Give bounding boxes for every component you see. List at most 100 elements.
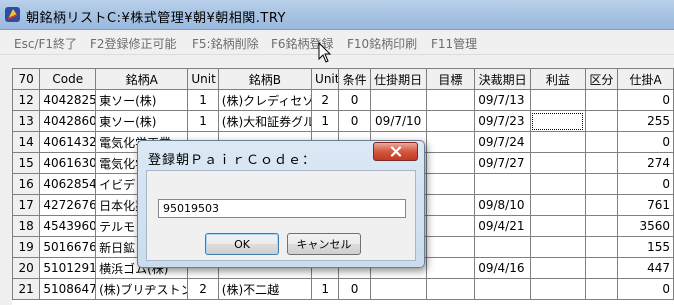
table-cell[interactable]: 2 bbox=[187, 278, 219, 300]
table-cell[interactable]: 09/7/23 bbox=[474, 110, 531, 132]
table-row[interactable]: 1340428601東ソー(株)1(株)大和証券グループ1009/7/1009/… bbox=[12, 110, 674, 132]
table-cell[interactable]: 1 bbox=[187, 89, 219, 111]
table-cell[interactable] bbox=[425, 131, 476, 153]
pair-code-input[interactable] bbox=[158, 199, 406, 218]
table-cell[interactable] bbox=[584, 257, 619, 279]
table-cell[interactable] bbox=[529, 215, 586, 237]
table-cell[interactable]: 274 bbox=[617, 152, 674, 174]
menu-admin[interactable]: F11管理 bbox=[431, 35, 477, 52]
table-cell[interactable] bbox=[369, 278, 427, 300]
table-cell[interactable] bbox=[584, 215, 619, 237]
table-cell[interactable] bbox=[474, 278, 531, 300]
ok-button[interactable]: OK bbox=[205, 233, 279, 255]
table-cell[interactable] bbox=[369, 89, 427, 111]
row-number-cell: 12 bbox=[12, 89, 41, 111]
table-cell[interactable]: 09/4/21 bbox=[474, 215, 531, 237]
table-cell[interactable]: (株)ブリヂストン bbox=[95, 278, 189, 300]
table-cell[interactable]: 0 bbox=[617, 173, 674, 195]
column-header: 仕掛期日 bbox=[369, 68, 427, 90]
table-cell[interactable]: 09/7/24 bbox=[474, 131, 531, 153]
app-window: 朝銘柄リストC:¥株式管理¥朝¥朝相関.TRY Esc/F1終了 F2登録修正可… bbox=[0, 0, 674, 305]
table-cell[interactable] bbox=[529, 194, 586, 216]
table-cell[interactable] bbox=[425, 89, 476, 111]
table-cell[interactable]: 447 bbox=[617, 257, 674, 279]
table-cell[interactable]: 0 bbox=[617, 131, 674, 153]
table-cell[interactable]: (株)不二越 bbox=[217, 278, 313, 300]
table-cell[interactable] bbox=[425, 173, 476, 195]
table-row[interactable]: 2151086474(株)ブリヂストン2(株)不二越100 bbox=[12, 278, 674, 300]
table-cell[interactable] bbox=[584, 131, 619, 153]
table-cell[interactable] bbox=[474, 236, 531, 258]
table-cell[interactable] bbox=[584, 194, 619, 216]
table-cell[interactable]: 1 bbox=[187, 110, 219, 132]
row-number-cell: 15 bbox=[12, 152, 41, 174]
table-cell[interactable] bbox=[584, 110, 619, 132]
table-row[interactable]: 1240428253東ソー(株)1(株)クレディセゾン2009/7/130 bbox=[12, 89, 674, 111]
table-cell[interactable]: 3560 bbox=[617, 215, 674, 237]
table-cell[interactable] bbox=[529, 278, 586, 300]
table-cell[interactable] bbox=[425, 194, 476, 216]
table-cell[interactable] bbox=[425, 110, 476, 132]
title-bar[interactable]: 朝銘柄リストC:¥株式管理¥朝¥朝相関.TRY bbox=[0, 0, 674, 30]
table-cell[interactable]: 東ソー(株) bbox=[95, 89, 189, 111]
table-cell[interactable]: 0 bbox=[338, 110, 371, 132]
dialog-close-button[interactable] bbox=[373, 142, 418, 161]
window-title: 朝銘柄リストC:¥株式管理¥朝¥朝相関.TRY bbox=[26, 11, 286, 26]
table-cell[interactable] bbox=[584, 173, 619, 195]
menu-print-stocks[interactable]: F10銘柄印刷 bbox=[347, 35, 417, 52]
table-cell[interactable]: 40428253 bbox=[39, 89, 97, 111]
table-cell[interactable]: (株)大和証券グループ bbox=[217, 110, 313, 132]
table-cell[interactable] bbox=[529, 152, 586, 174]
table-cell[interactable] bbox=[529, 257, 586, 279]
table-cell[interactable]: 51086474 bbox=[39, 278, 97, 300]
table-cell[interactable] bbox=[584, 236, 619, 258]
table-cell[interactable]: 2 bbox=[311, 89, 340, 111]
table-cell[interactable]: 0 bbox=[617, 278, 674, 300]
table-cell[interactable] bbox=[529, 89, 586, 111]
table-cell[interactable]: 0 bbox=[338, 278, 371, 300]
table-cell[interactable]: 09/7/13 bbox=[474, 89, 531, 111]
table-cell[interactable]: 09/7/10 bbox=[369, 110, 427, 132]
table-cell[interactable]: 50166762 bbox=[39, 236, 97, 258]
table-cell[interactable] bbox=[425, 278, 476, 300]
table-cell[interactable] bbox=[425, 236, 476, 258]
table-cell[interactable]: 1 bbox=[311, 278, 340, 300]
table-cell[interactable]: 40628544 bbox=[39, 173, 97, 195]
table-cell[interactable]: 0 bbox=[617, 89, 674, 111]
row-number-cell: 17 bbox=[12, 194, 41, 216]
table-cell[interactable]: 51012914 bbox=[39, 257, 97, 279]
table-cell[interactable]: 09/8/10 bbox=[474, 194, 531, 216]
table-cell[interactable] bbox=[529, 173, 586, 195]
table-cell[interactable]: (株)クレディセゾン bbox=[217, 89, 313, 111]
table-cell[interactable]: 40428601 bbox=[39, 110, 97, 132]
cancel-button[interactable]: キャンセル bbox=[287, 233, 361, 255]
menu-edit-enable[interactable]: F2登録修正可能 bbox=[90, 35, 177, 52]
table-cell[interactable] bbox=[584, 89, 619, 111]
table-cell[interactable]: 761 bbox=[617, 194, 674, 216]
table-cell[interactable]: 09/7/27 bbox=[474, 152, 531, 174]
table-cell[interactable] bbox=[474, 173, 531, 195]
table-cell[interactable] bbox=[425, 215, 476, 237]
dialog-title: 登録朝ＰａｉｒＣｏｄｅ： bbox=[148, 153, 317, 168]
table-cell[interactable]: 1 bbox=[311, 110, 340, 132]
table-cell[interactable] bbox=[529, 110, 586, 132]
table-cell[interactable] bbox=[529, 236, 586, 258]
table-cell[interactable]: 40616302 bbox=[39, 152, 97, 174]
table-cell[interactable] bbox=[584, 152, 619, 174]
table-cell[interactable]: 155 bbox=[617, 236, 674, 258]
table-header-row: 70 Code 銘柄A Unit 銘柄B Unit 条件 仕掛期日 目標 決裁期日 利益 区分 仕掛A bbox=[12, 68, 674, 90]
table-cell[interactable]: 45439602 bbox=[39, 215, 97, 237]
table-cell[interactable]: 09/4/16 bbox=[474, 257, 531, 279]
table-cell[interactable] bbox=[584, 278, 619, 300]
table-cell[interactable]: 0 bbox=[338, 89, 371, 111]
menu-exit[interactable]: Esc/F1終了 bbox=[14, 35, 77, 52]
table-cell[interactable]: 40614324 bbox=[39, 131, 97, 153]
table-cell[interactable]: 東ソー(株) bbox=[95, 110, 189, 132]
table-cell[interactable]: 42726762 bbox=[39, 194, 97, 216]
table-cell[interactable] bbox=[425, 152, 476, 174]
column-header: 決裁期日 bbox=[474, 68, 531, 90]
table-cell[interactable] bbox=[529, 131, 586, 153]
table-cell[interactable] bbox=[425, 257, 476, 279]
table-cell[interactable]: 255 bbox=[617, 110, 674, 132]
menu-delete-stock[interactable]: F5:銘柄削除 bbox=[192, 35, 259, 52]
